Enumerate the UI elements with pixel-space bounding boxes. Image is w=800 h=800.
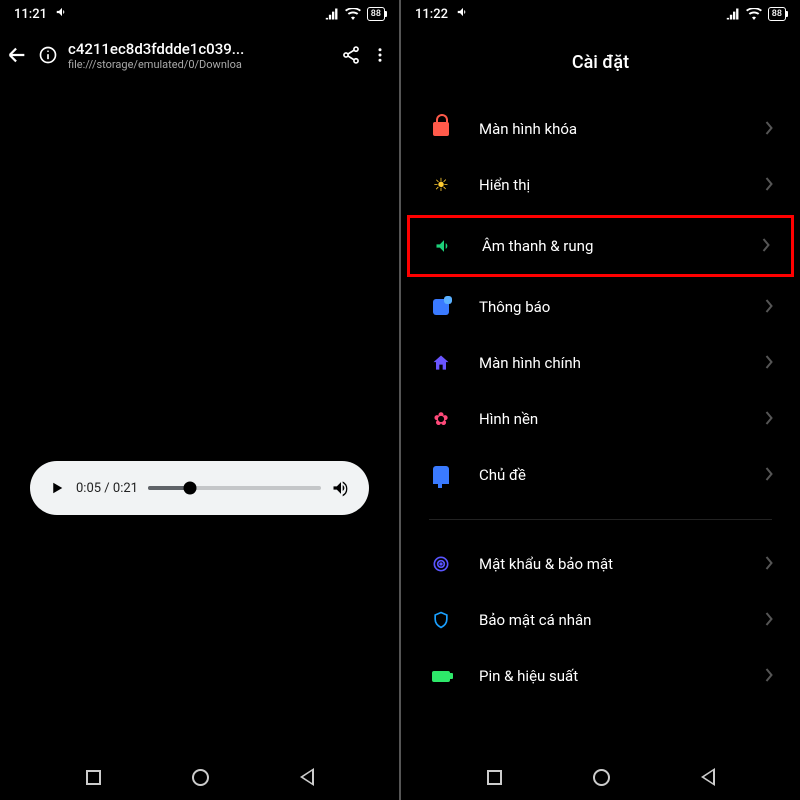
settings-screen: 11:22 88 Cài đặt Màn hình khóa ☀ Hiển thị Â… — [401, 0, 800, 800]
home-button[interactable] — [593, 769, 610, 786]
sound-icon — [432, 234, 456, 258]
status-icons: 88 — [726, 7, 786, 21]
settings-row-battery[interactable]: Pin & hiệu suất — [407, 648, 794, 704]
chevron-right-icon — [765, 410, 774, 429]
lock-icon — [429, 117, 453, 141]
status-bar: 11:21 88 — [0, 0, 399, 28]
settings-row-noti[interactable]: Thông báo — [407, 279, 794, 335]
url-block[interactable]: c4211ec8d3fddde1c039... file:///storage/… — [68, 40, 331, 71]
time-display: 0:05 / 0:21 — [76, 481, 138, 496]
settings-row-home[interactable]: Màn hình chính — [407, 335, 794, 391]
chevron-right-icon — [765, 667, 774, 686]
site-info-icon[interactable] — [38, 45, 58, 65]
fingerprint-icon — [429, 552, 453, 576]
back-button-nav[interactable] — [300, 768, 314, 786]
volume-icon — [55, 5, 69, 23]
settings-row-display[interactable]: ☀ Hiển thị — [407, 157, 794, 213]
theme-icon — [429, 463, 453, 487]
battery-indicator: 88 — [768, 7, 786, 21]
settings-row-privacy[interactable]: Bảo mật cá nhân — [407, 592, 794, 648]
sun-icon: ☀ — [429, 173, 453, 197]
settings-list[interactable]: Màn hình khóa ☀ Hiển thị Âm thanh & rung Thô… — [401, 101, 800, 754]
settings-row-label: Hình nền — [479, 410, 765, 428]
volume-button[interactable] — [331, 478, 351, 498]
audio-player-area: 0:05 / 0:21 — [0, 152, 399, 800]
settings-row-label: Mật khẩu & bảo mật — [479, 555, 765, 573]
chevron-right-icon — [762, 237, 771, 256]
settings-row-security[interactable]: Mật khẩu & bảo mật — [407, 536, 794, 592]
status-icons: 88 — [325, 7, 385, 21]
chevron-right-icon — [765, 354, 774, 373]
signal-icon — [325, 8, 339, 20]
share-button[interactable] — [341, 45, 361, 65]
seek-bar[interactable] — [148, 486, 321, 490]
settings-row-label: Âm thanh & rung — [482, 237, 762, 255]
page-url: file:///storage/emulated/0/Downloa — [68, 58, 331, 71]
chevron-right-icon — [765, 120, 774, 139]
settings-divider — [429, 519, 772, 520]
chevron-right-icon — [765, 176, 774, 195]
back-button-nav[interactable] — [701, 768, 715, 786]
settings-title: Cài đặt — [401, 28, 800, 101]
settings-row-label: Màn hình khóa — [479, 120, 765, 138]
wifi-icon — [746, 8, 762, 20]
shield-icon — [429, 608, 453, 632]
settings-row-wall[interactable]: ✿ Hình nền — [407, 391, 794, 447]
total-time: 0:21 — [113, 481, 138, 496]
system-nav-bar — [401, 754, 800, 800]
chevron-right-icon — [765, 298, 774, 317]
browser-top-bar: c4211ec8d3fddde1c039... file:///storage/… — [0, 28, 399, 82]
page-title: c4211ec8d3fddde1c039... — [68, 40, 331, 58]
wifi-icon — [345, 8, 361, 20]
back-button[interactable] — [6, 44, 28, 66]
status-time: 11:22 — [415, 7, 448, 22]
settings-row-label: Thông báo — [479, 298, 765, 316]
chevron-right-icon — [765, 555, 774, 574]
status-bar: 11:22 88 — [401, 0, 800, 28]
chevron-right-icon — [765, 466, 774, 485]
settings-row-label: Pin & hiệu suất — [479, 667, 765, 685]
settings-row-label: Hiển thị — [479, 176, 765, 194]
home-icon — [429, 351, 453, 375]
settings-row-sound[interactable]: Âm thanh & rung — [407, 215, 794, 277]
notification-icon — [429, 295, 453, 319]
browser-audio-screen: 11:21 88 c4211ec8d3fddde1c039... file://… — [0, 0, 399, 800]
seek-thumb[interactable] — [183, 482, 196, 495]
settings-row-label: Màn hình chính — [479, 354, 765, 372]
settings-row-label: Chủ đề — [479, 466, 765, 484]
battery-indicator: 88 — [367, 7, 385, 21]
volume-icon — [456, 5, 470, 23]
status-time: 11:21 — [14, 7, 47, 22]
current-time: 0:05 — [76, 481, 101, 496]
play-button[interactable] — [48, 479, 66, 497]
settings-row-lock[interactable]: Màn hình khóa — [407, 101, 794, 157]
overflow-menu-button[interactable] — [371, 45, 389, 65]
battery-icon — [429, 664, 453, 688]
signal-icon — [726, 8, 740, 20]
settings-row-label: Bảo mật cá nhân — [479, 611, 765, 629]
recents-button[interactable] — [487, 770, 502, 785]
wallpaper-icon: ✿ — [429, 407, 453, 431]
chevron-right-icon — [765, 611, 774, 630]
settings-row-theme[interactable]: Chủ đề — [407, 447, 794, 503]
audio-player: 0:05 / 0:21 — [30, 461, 369, 515]
